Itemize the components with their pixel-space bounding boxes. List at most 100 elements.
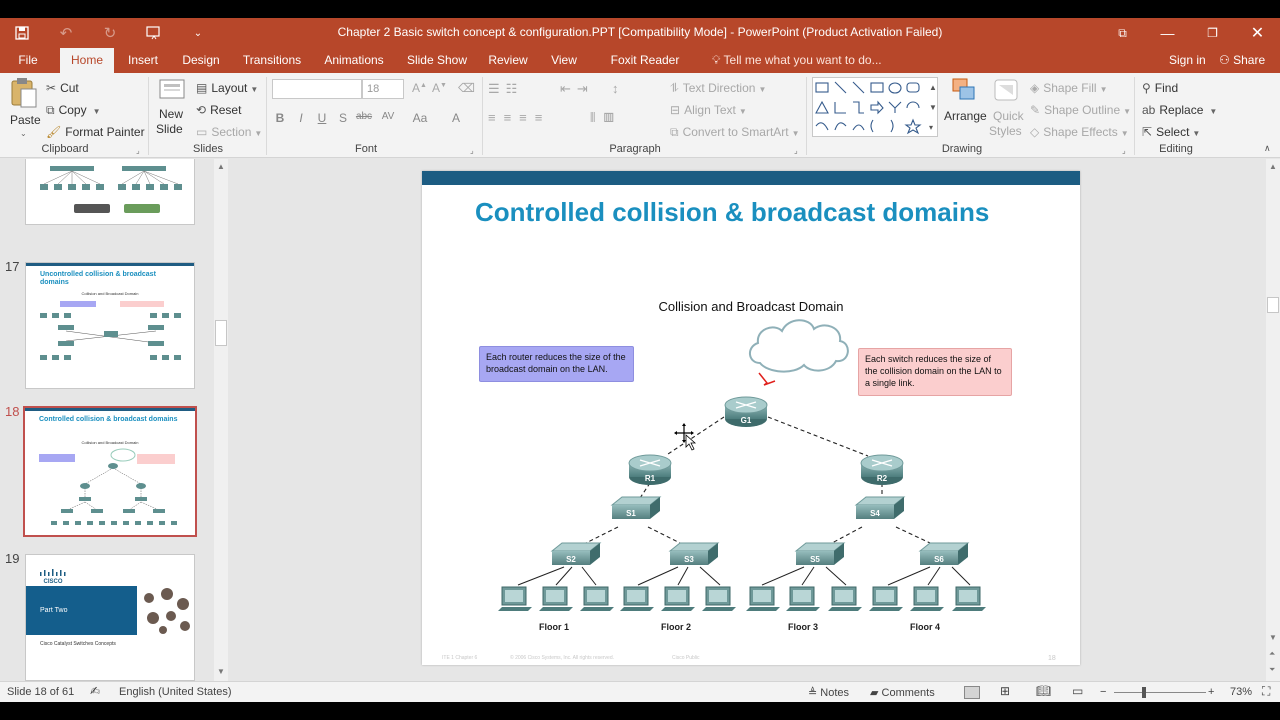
grow-font-icon[interactable]: A▲ [412,81,427,95]
convert-smartart-button[interactable]: ⧉ Convert to SmartArt ▼ [670,125,800,140]
notes-button[interactable]: ≜ Notes [808,686,849,699]
tab-foxit-reader-pdf[interactable]: Foxit Reader PDF [597,48,693,92]
font-color-button[interactable]: A [446,111,466,125]
reading-view-icon[interactable]: 📖︎ [1036,684,1051,698]
slide-show-icon[interactable]: ▭ [1072,684,1083,698]
zoom-out-icon[interactable]: − [1100,686,1106,698]
tab-review[interactable]: Review [484,48,532,73]
zoom-slider[interactable] [1114,687,1206,698]
sign-in-link[interactable]: Sign in [1169,48,1206,73]
list-buttons-icon[interactable]: ☰☷ [488,81,523,97]
font-name-input[interactable] [272,79,362,99]
previous-slide-icon[interactable]: ⏶ [1269,649,1275,659]
align-text-button[interactable]: ⊟ Align Text ▼ [670,103,747,117]
slide-thumbnail-16[interactable] [25,159,195,225]
zoom-slider-thumb[interactable] [1142,687,1146,698]
change-case-button[interactable]: Aa [410,111,430,125]
format-painter-button[interactable]: 🖌︎ Format Painter [46,125,145,139]
tab-transitions[interactable]: Transitions [238,48,306,73]
font-launcher-icon[interactable]: ⌟ [470,146,474,155]
strikethrough-button[interactable]: abc [354,111,374,122]
tab-home[interactable]: Home [60,48,114,73]
zoom-level[interactable]: 73% [1230,686,1252,698]
slide-thumbnail-18[interactable]: Controlled collision & broadcast domains… [23,406,197,537]
customize-qat-icon[interactable]: ⌄ [176,18,220,48]
clipboard-launcher-icon[interactable]: ⌟ [136,146,140,155]
section-button[interactable]: ▭ Section ▼ [196,125,262,139]
save-icon[interactable] [0,18,44,48]
cut-button[interactable]: ✂ Cut [46,81,79,95]
shape-fill-button[interactable]: ◈ Shape Fill ▼ [1030,81,1108,95]
tab-design[interactable]: Design [177,48,225,73]
collapse-ribbon-icon[interactable]: ∧ [1264,143,1271,154]
device-label-s1: S1 [626,509,636,518]
slide-sorter-icon[interactable]: ⊞ [1000,684,1010,698]
ribbon-tabs: File Home Insert Design Transitions Anim… [0,48,1280,92]
scroll-down-icon[interactable]: ▼ [217,667,225,676]
underline-button[interactable]: U [312,111,332,125]
shrink-font-icon[interactable]: A▼ [432,81,447,95]
alignment-buttons-icon[interactable]: ≡≡≡≡ [488,110,550,125]
undo-icon[interactable]: ↶ [44,18,88,48]
zoom-in-icon[interactable]: + [1208,686,1214,698]
layout-button[interactable]: ▤ Layout ▼ [196,81,258,95]
tell-me-search[interactable]: 💡︎ Tell me what you want to do... [712,48,882,73]
scroll-up-icon[interactable]: ▲ [1269,162,1277,171]
quick-styles-button[interactable]: Quick Styles [988,77,1024,141]
thumbnails-scroll-thumb[interactable] [215,320,227,346]
ribbon-display-options-icon[interactable]: ⧉ [1100,18,1145,48]
find-button[interactable]: ⚲ Find [1142,81,1178,95]
shape-outline-button[interactable]: ✎ Shape Outline ▼ [1030,103,1131,117]
restore-button[interactable]: ❐ [1190,18,1235,48]
clear-formatting-icon[interactable]: ⌫ [458,81,475,95]
tab-slide-show[interactable]: Slide Show [403,48,471,73]
scroll-down-icon[interactable]: ▼ [1269,633,1277,642]
redo-icon[interactable]: ↻ [88,18,132,48]
start-from-beginning-icon[interactable] [132,18,176,48]
shapes-gallery[interactable]: ▲ ▼ ▾ [812,77,938,137]
slide-scroll-thumb[interactable] [1267,297,1279,313]
tab-animations[interactable]: Animations [318,48,390,73]
thumbnails-scrollbar[interactable]: ▲ ▼ [214,159,228,681]
bold-button[interactable]: B [270,111,290,125]
comments-button[interactable]: ▰ Comments [870,686,935,699]
indent-buttons-icon[interactable]: ⇤⇥ [560,81,594,97]
spell-check-icon[interactable]: ✍︎ [90,684,100,698]
shadow-button[interactable]: S [333,111,353,125]
tab-view[interactable]: View [546,48,582,73]
tab-file[interactable]: File [10,48,46,73]
normal-view-icon[interactable] [964,686,980,699]
router-callout[interactable]: Each router reduces the size of the broa… [479,346,634,382]
pc-icon [580,586,614,611]
paragraph-launcher-icon[interactable]: ⌟ [794,146,798,155]
text-direction-button[interactable]: ⥮ Text Direction ▼ [670,81,766,96]
current-slide[interactable]: Controlled collision & broadcast domains… [422,171,1080,665]
font-size-input[interactable]: 18 [362,79,404,99]
select-button[interactable]: ⇱ Select ▼ [1142,125,1200,139]
shape-effects-button[interactable]: ◇ Shape Effects ▼ [1030,125,1129,139]
tab-insert[interactable]: Insert [122,48,164,73]
slide-thumbnail-17[interactable]: Uncontrolled collision & broadcast domai… [25,262,195,389]
arrange-button[interactable]: Arrange [944,77,987,141]
minimize-button[interactable]: — [1145,18,1190,48]
paste-button[interactable]: Paste ⌄ [6,77,42,138]
language-indicator[interactable]: English (United States) [119,686,232,698]
next-slide-icon[interactable]: ⏷ [1269,665,1275,675]
fit-slide-icon[interactable]: ⛶ [1262,684,1270,699]
italic-button[interactable]: I [291,111,311,125]
replace-button[interactable]: ab Replace ▼ [1142,103,1217,117]
slide-scrollbar[interactable]: ▲ ▼ ⏶ ⏷ [1266,159,1280,681]
scroll-up-icon[interactable]: ▲ [217,162,225,171]
slide-thumbnail-19[interactable]: CISCO Part Two Cisco Catalyst Switches C… [25,554,195,681]
new-slide-button[interactable]: New Slide [154,77,192,141]
drawing-launcher-icon[interactable]: ⌟ [1122,146,1126,155]
line-spacing-icon[interactable]: ↕ [612,81,619,96]
character-spacing-button[interactable]: AV [378,111,398,122]
copy-button[interactable]: ⧉ Copy ▼ [46,103,101,118]
switch-callout[interactable]: Each switch reduces the size of the coll… [858,348,1012,396]
close-button[interactable]: ✕ [1235,18,1280,48]
columns-icon[interactable]: ⫴▥ [590,110,622,126]
tell-me-text: Tell me what you want to do... [723,53,882,67]
share-button[interactable]: ⚇ Share [1219,48,1265,73]
reset-button[interactable]: ⟲ Reset [196,103,241,117]
